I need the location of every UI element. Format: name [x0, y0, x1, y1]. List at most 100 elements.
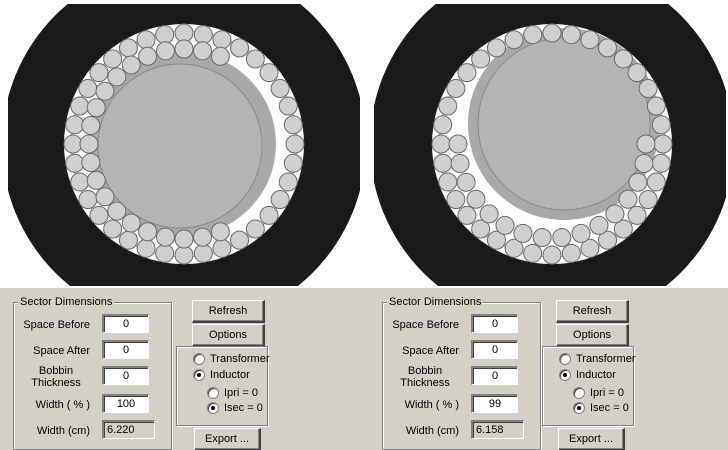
- wire-turn: [552, 227, 572, 247]
- wire-turn: [193, 243, 213, 263]
- wire-turn: [523, 243, 543, 263]
- thickness-label: Thickness: [400, 377, 450, 389]
- inductor-radio-button[interactable]: [193, 369, 205, 381]
- wire-turn: [193, 25, 213, 45]
- sector-dimensions-title: Sector Dimensions: [18, 295, 115, 309]
- thickness-label: Thickness: [31, 377, 81, 389]
- space-before-label: Space Before: [23, 319, 90, 331]
- wire-turn: [193, 227, 213, 247]
- wire-turn: [103, 49, 123, 69]
- wire-turn: [121, 55, 141, 75]
- isec-radio-button[interactable]: [573, 402, 585, 414]
- export-button[interactable]: Export ...: [194, 428, 261, 450]
- inductor-radio-button[interactable]: [559, 369, 571, 381]
- inductor-radio[interactable]: Inductor: [193, 369, 250, 381]
- wire-turn: [70, 172, 90, 192]
- wire-turn: [70, 96, 90, 116]
- wire-turn: [278, 96, 298, 116]
- space-after-input[interactable]: 0: [471, 340, 518, 359]
- wire-turn: [433, 115, 453, 135]
- wire-turn: [542, 23, 562, 43]
- sector-dimensions-group: Sector Dimensions Space Before 0 Space A…: [13, 295, 172, 450]
- wire-turn: [230, 230, 249, 250]
- wire-turn: [561, 25, 581, 45]
- wire-turn: [532, 227, 552, 247]
- isec-label: Isec = 0: [224, 402, 263, 414]
- transformer-radio[interactable]: Transformer: [193, 353, 270, 365]
- wire-turn: [121, 213, 141, 233]
- wire-turn: [138, 222, 158, 242]
- space-before-input[interactable]: 0: [102, 314, 149, 333]
- wire-turn: [107, 201, 127, 221]
- wire-turn: [646, 96, 666, 116]
- wire-turn: [136, 30, 156, 50]
- wire-turn: [212, 30, 232, 50]
- transformer-label: Transformer: [210, 353, 270, 365]
- wire-turn: [95, 187, 115, 207]
- wire-turn: [245, 219, 265, 239]
- wire-turn: [598, 38, 617, 58]
- wire-turn: [138, 46, 158, 66]
- options-button[interactable]: Options: [192, 324, 265, 347]
- control-area: Sector Dimensions Space Before 0 Space A…: [0, 286, 364, 450]
- wire-turn: [542, 245, 562, 265]
- wire-turn: [270, 190, 290, 209]
- bobbin-thickness-input[interactable]: 0: [102, 366, 149, 385]
- ipri-radio-button[interactable]: [207, 387, 219, 399]
- winding-cross-section-view: [374, 4, 726, 286]
- wire-turn: [136, 238, 156, 258]
- ipri-radio[interactable]: Ipri = 0: [207, 387, 258, 399]
- refresh-fields-button[interactable]: Refresh Fields: [556, 300, 629, 337]
- transformer-radio-button[interactable]: [559, 353, 571, 365]
- inductor-label: Inductor: [210, 369, 250, 381]
- ipri-label: Ipri = 0: [224, 387, 258, 399]
- wire-turn: [270, 79, 290, 98]
- wire-turn: [65, 115, 85, 135]
- wire-turn: [79, 134, 99, 154]
- wire-turn: [561, 243, 581, 263]
- wire-turn: [212, 238, 232, 258]
- refresh-fields-button[interactable]: Refresh Fields: [192, 300, 265, 337]
- bobbin-label: Bobbin: [407, 365, 443, 377]
- transformer-radio[interactable]: Transformer: [559, 353, 636, 365]
- width-percent-input[interactable]: 100: [102, 394, 149, 413]
- width-cm-label: Width (cm): [36, 425, 90, 437]
- ipri-radio[interactable]: Ipri = 0: [573, 387, 624, 399]
- cross-section-drawing: [374, 4, 726, 286]
- cross-section-drawing: [8, 4, 360, 286]
- wire-turn: [456, 172, 476, 192]
- space-after-label: Space After: [402, 345, 459, 357]
- wire-turn: [95, 81, 115, 101]
- mode-radio-group: Transformer Inductor Ipri = 0 Isec = 0: [176, 346, 270, 426]
- options-button[interactable]: Options: [556, 324, 629, 347]
- wire-turn: [210, 222, 230, 242]
- ipri-radio-button[interactable]: [573, 387, 585, 399]
- space-after-input[interactable]: 0: [102, 340, 149, 359]
- inductor-radio[interactable]: Inductor: [559, 369, 616, 381]
- wire-turn: [119, 230, 138, 250]
- wire-turn: [471, 49, 491, 69]
- isec-radio[interactable]: Isec = 0: [573, 402, 629, 414]
- wire-turn: [613, 49, 633, 69]
- wire-turn: [651, 153, 671, 173]
- wire-turn: [504, 30, 524, 50]
- winding-cross-section-view: [8, 4, 360, 286]
- export-button[interactable]: Export ...: [558, 428, 625, 450]
- wire-turn: [89, 63, 109, 83]
- wire-turn: [230, 38, 249, 58]
- wire-turn: [580, 30, 600, 50]
- transformer-radio-button[interactable]: [193, 353, 205, 365]
- wire-turn: [618, 189, 638, 209]
- space-before-input[interactable]: 0: [471, 314, 518, 333]
- wire-turn: [446, 190, 466, 209]
- isec-radio-button[interactable]: [207, 402, 219, 414]
- bobbin-thickness-input[interactable]: 0: [471, 366, 518, 385]
- isec-radio[interactable]: Isec = 0: [207, 402, 263, 414]
- width-cm-label: Width (cm): [405, 425, 459, 437]
- space-before-label: Space Before: [392, 319, 459, 331]
- wire-turn: [174, 245, 194, 265]
- wire-turn: [450, 154, 470, 174]
- wire-turn: [86, 170, 106, 190]
- width-percent-input[interactable]: 99: [471, 394, 518, 413]
- isec-label: Isec = 0: [590, 402, 629, 414]
